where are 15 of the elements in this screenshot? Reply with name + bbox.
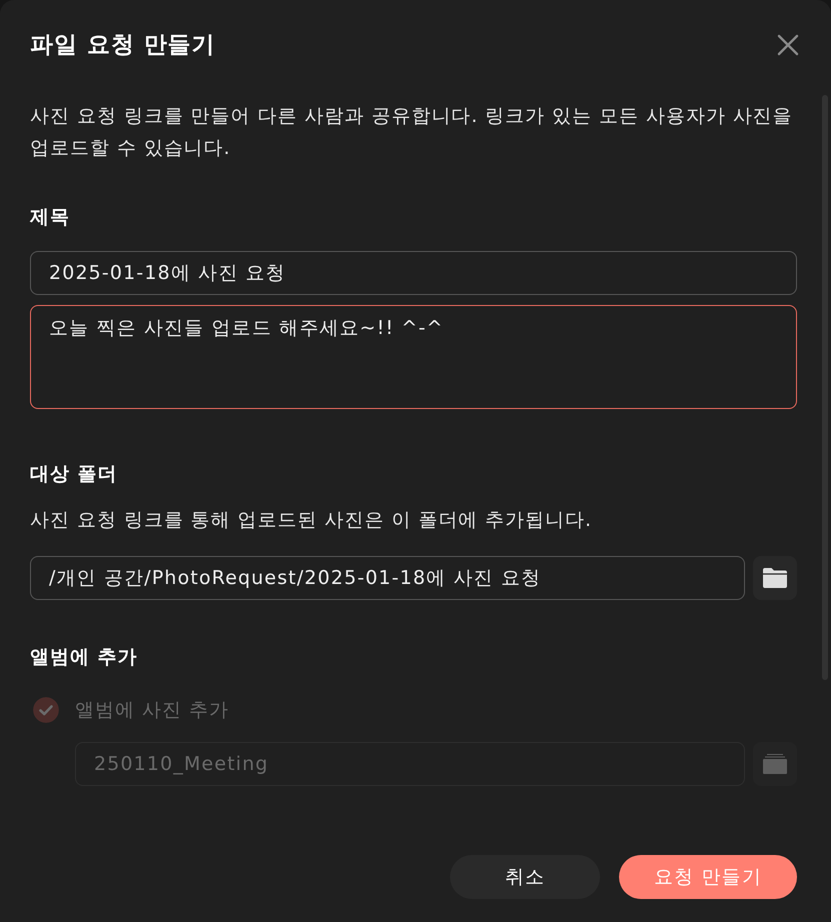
title-input-field[interactable]: 2025-01-18에 사진 요청 — [30, 251, 797, 295]
dialog-description: 사진 요청 링크를 만들어 다른 사람과 공유합니다. 링크가 있는 모든 사용자가 사진을 업로드할 수 있습니다. — [30, 104, 794, 161]
message-text-area[interactable]: 오늘 찍은 사진들 업로드 해주세요~!! ^-^ — [30, 305, 797, 409]
cancel-button[interactable]: 취소 — [450, 855, 600, 899]
section-heading: 앨범에 추가 — [30, 645, 138, 670]
section-heading: 대상 폴더 — [30, 462, 118, 487]
folder-picker-button[interactable] — [753, 556, 797, 600]
close-icon — [777, 34, 799, 56]
section-heading: 제목 — [30, 205, 71, 230]
folder-path-field[interactable]: /개인 공간/PhotoRequest/2025-01-18에 사진 요청 — [30, 556, 745, 600]
folder-icon — [762, 567, 788, 589]
album-stack-icon — [762, 753, 788, 775]
folder-description: 사진 요청 링크를 통해 업로드된 사진은 이 폴더에 추가됩니다. — [30, 508, 593, 533]
checkbox-label: 앨범에 사진 추가 — [75, 698, 229, 723]
dialog-title: 파일 요청 만들기 — [30, 31, 216, 60]
